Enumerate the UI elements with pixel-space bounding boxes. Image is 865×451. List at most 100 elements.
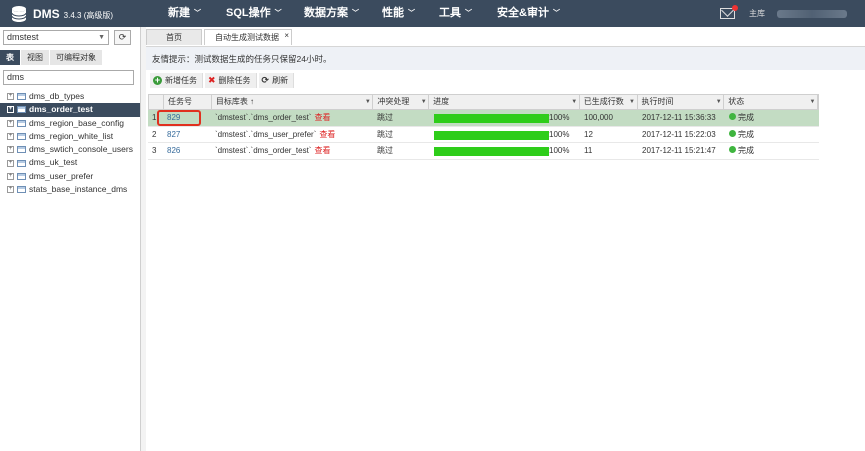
close-icon[interactable]: × — [284, 30, 289, 42]
table-icon — [17, 146, 26, 154]
tree-item-dms-order-test[interactable]: + dms_order_test — [0, 103, 140, 117]
user-role-label: 主库 — [749, 9, 765, 18]
task-id-link[interactable]: 827 — [167, 130, 180, 139]
user-name-blurred[interactable] — [777, 9, 847, 18]
table-icon — [17, 172, 26, 180]
expand-icon[interactable]: + — [7, 133, 14, 141]
progress-text: 100% — [549, 113, 570, 122]
target-table-cell: `dmstest`.`dms_order_test` 查看 — [215, 113, 331, 122]
tab-home[interactable]: 首页 — [146, 29, 202, 45]
brand[interactable]: DMS 3.4.3 (高级版) — [10, 4, 113, 24]
refresh-button[interactable]: ⟳ 刷新 — [258, 73, 295, 88]
check-circle-icon — [729, 113, 736, 120]
tree-item-stats-base-instance-dms[interactable]: + stats_base_instance_dms — [0, 183, 140, 196]
tab-views[interactable]: 视图 — [21, 50, 49, 65]
row-index: 2 — [152, 129, 157, 139]
delete-task-button[interactable]: ✖ 删除任务 — [205, 73, 257, 88]
sidebar: dmstest ▼ ⟳ 表 视图 可编程对象 dms + dms_db_types… — [0, 27, 141, 451]
view-link[interactable]: 查看 — [314, 113, 330, 122]
add-task-button[interactable]: + 新增任务 — [150, 73, 203, 88]
progress-bar — [434, 114, 549, 123]
tree-item-dms-user-prefer[interactable]: + dms_user_prefer — [0, 170, 140, 183]
expand-icon[interactable]: + — [7, 93, 14, 101]
column-menu-icon[interactable]: ▼ — [420, 98, 427, 106]
view-link[interactable]: 查看 — [319, 130, 335, 139]
column-menu-icon[interactable]: ▼ — [571, 98, 578, 106]
header-task-id[interactable]: 任务号 — [164, 95, 212, 109]
tree-item-dms-uk-test[interactable]: + dms_uk_test — [0, 156, 140, 169]
conflict-cell: 跳过 — [377, 129, 393, 139]
column-menu-icon[interactable]: ▼ — [715, 98, 722, 106]
expand-icon[interactable]: + — [7, 159, 14, 167]
tree-item-dms-db-types[interactable]: + dms_db_types — [0, 90, 140, 103]
conflict-cell: 跳过 — [377, 113, 393, 122]
nav-new[interactable]: 新建 ﹀ — [168, 0, 226, 27]
header-time[interactable]: 执行时间 ▼ — [638, 95, 725, 109]
chevron-down-icon: ﹀ — [194, 10, 201, 17]
progress-fill — [434, 114, 549, 123]
table-row[interactable]: 2 827 `dmstest`.`dms_user_prefer` 查看 跳过 1… — [148, 127, 819, 143]
header-target-table[interactable]: 目标库表 ↑ ▼ — [212, 95, 374, 109]
table-filter-input[interactable]: dms — [3, 70, 134, 85]
status-cell: 完成 — [725, 127, 819, 143]
expand-icon[interactable]: + — [7, 119, 14, 127]
tab-programmable[interactable]: 可编程对象 — [50, 50, 102, 65]
main-panel: 首页 自动生成测试数据 × 友情提示：测试数据生成的任务只保留24小时。 + 新增任… — [146, 27, 865, 451]
progress-fill — [434, 147, 549, 156]
nav-security[interactable]: 安全&审计 ﹀ — [497, 0, 577, 27]
header-conflict[interactable]: 冲突处理 ▼ — [373, 95, 430, 109]
refresh-icon: ⟳ — [118, 32, 127, 42]
table-row[interactable]: 1 829 `dmstest`.`dms_order_test` 查看 跳过 10… — [148, 110, 819, 127]
header-status[interactable]: 状态 ▼ — [724, 95, 818, 109]
expand-icon[interactable]: + — [7, 186, 14, 194]
mail-icon[interactable] — [720, 5, 738, 19]
table-icon — [17, 106, 26, 114]
database-select[interactable]: dmstest ▼ — [3, 30, 109, 45]
check-circle-icon — [729, 146, 736, 153]
nav-data-plan[interactable]: 数据方案 ﹀ — [304, 0, 382, 27]
progress-cell: 100% — [429, 127, 580, 143]
column-menu-icon[interactable]: ▼ — [629, 98, 636, 106]
chevron-down-icon: ﹀ — [352, 10, 359, 17]
progress-cell: 100% — [429, 143, 580, 159]
rows-cell: 12 — [584, 129, 593, 139]
check-circle-icon — [729, 129, 736, 137]
chevron-down-icon: ﹀ — [274, 10, 282, 17]
sidebar-refresh-button[interactable]: ⟳ — [114, 30, 131, 45]
main-menu: 新建 ﹀ SQL操作 ﹀ 数据方案 ﹀ 性能 ﹀ 工具 ﹀ 安全&审计 ﹀ — [168, 0, 577, 27]
progress-fill — [434, 130, 549, 140]
conflict-cell: 跳过 — [377, 146, 393, 155]
header-rows[interactable]: 已生成行数 ▼ — [580, 95, 638, 109]
nav-tools[interactable]: 工具 ﹀ — [439, 0, 497, 27]
progress-bar — [434, 130, 549, 140]
table-tree: + dms_db_types + dms_order_test + dms_regio… — [0, 90, 140, 196]
header-progress[interactable]: 进度 ▼ — [429, 95, 580, 109]
expand-icon[interactable]: + — [7, 106, 14, 114]
expand-icon[interactable]: + — [7, 172, 14, 180]
chevron-down-icon: ﹀ — [408, 10, 415, 17]
refresh-icon: ⟳ — [261, 75, 270, 85]
app-version: 3.4.3 (高级版) — [63, 10, 114, 20]
table-icon — [17, 186, 26, 194]
nav-performance[interactable]: 性能 ﹀ — [382, 0, 439, 27]
tree-item-dms-region-base-config[interactable]: + dms_region_base_config — [0, 117, 140, 130]
column-menu-icon[interactable]: ▼ — [809, 98, 816, 106]
time-cell: 2017-12-11 15:22:03 — [642, 129, 716, 139]
expand-icon[interactable]: + — [7, 146, 14, 154]
app-name: DMS — [33, 7, 60, 21]
column-menu-icon[interactable]: ▼ — [364, 98, 371, 106]
task-id-link[interactable]: 826 — [167, 146, 180, 155]
progress-cell: 100% — [429, 110, 580, 126]
table-icon — [17, 133, 26, 141]
status-cell: 完成 — [725, 110, 819, 126]
tab-tables[interactable]: 表 — [0, 50, 20, 65]
nav-sql[interactable]: SQL操作 ﹀ — [226, 0, 304, 27]
tree-item-dms-region-white-list[interactable]: + dms_region_white_list — [0, 130, 140, 143]
view-link[interactable]: 查看 — [314, 146, 330, 155]
task-id-cell: 826 — [163, 143, 211, 159]
task-grid: 任务号 目标库表 ↑ ▼ 冲突处理 ▼ 进度 ▼ 已生成行数 ▼ 执行时间 ▼ 状态 ▼ 1… — [148, 94, 819, 160]
tree-item-dms-swtich-console-users[interactable]: + dms_swtich_console_users — [0, 143, 140, 156]
tab-test-data[interactable]: 自动生成测试数据 × — [204, 29, 292, 45]
table-row[interactable]: 3 826 `dmstest`.`dms_order_test` 查看 跳过 10… — [148, 143, 819, 160]
add-icon: + — [153, 75, 162, 85]
